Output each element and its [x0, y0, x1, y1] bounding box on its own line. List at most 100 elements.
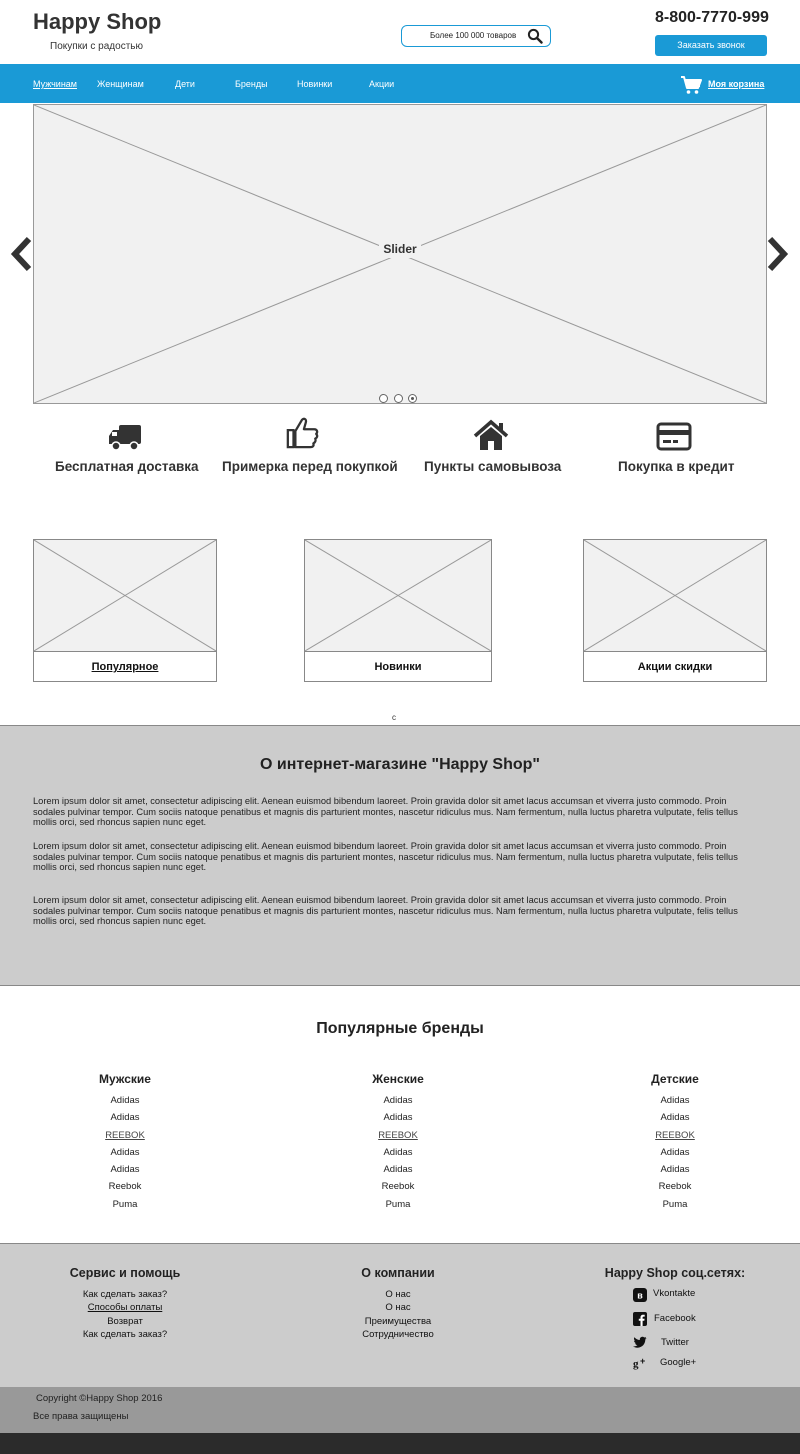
copyright-bar: Copyright ©Happy Shop 2016 Все права защ… [0, 1387, 800, 1433]
footer-link[interactable]: Способы оплаты [60, 1301, 190, 1314]
svg-text:+: + [640, 1356, 645, 1366]
card-placeholder-image [305, 540, 491, 652]
brand-link[interactable]: Adidas [605, 1161, 745, 1178]
card-placeholder-image [584, 540, 766, 652]
footer-column-social: Happy Shop соц.сетях: [600, 1266, 750, 1288]
footer-link[interactable]: Как сделать заказ? [60, 1328, 190, 1341]
slider-prev-arrow-icon[interactable] [9, 236, 33, 272]
logo-subtitle: Покупки с радостью [50, 41, 143, 52]
feature-try-on: Примерка перед покупкой [222, 459, 398, 474]
svg-text:g: g [633, 1358, 639, 1370]
brand-column-heading: Женские [372, 1072, 424, 1086]
social-label[interactable]: Facebook [654, 1313, 696, 1324]
footer-column-heading: Happy Shop соц.сетях: [604, 1266, 746, 1280]
hero-slider[interactable]: Slider [33, 104, 767, 404]
brand-link[interactable]: Adidas [55, 1092, 195, 1109]
bottom-bar [0, 1433, 800, 1454]
brand-link[interactable]: Adidas [55, 1144, 195, 1161]
footer-link[interactable]: О нас [338, 1288, 458, 1301]
footer-link[interactable]: Сотрудничество [338, 1328, 458, 1341]
footer-column-company: О компании О нас О нас Преимущества Сотр… [338, 1266, 458, 1341]
google-plus-icon: g + [633, 1356, 645, 1370]
credit-card-icon [656, 422, 692, 451]
about-paragraph: Lorem ipsum dolor sit amet, consectetur … [33, 841, 738, 873]
home-icon [473, 419, 509, 450]
category-card-label[interactable]: Популярное [34, 661, 216, 673]
brand-link[interactable]: REEBOK [55, 1127, 195, 1144]
brand-link[interactable]: Puma [328, 1196, 468, 1213]
brand-column-women: Женские Adidas Adidas REEBOK Adidas Adid… [328, 1072, 468, 1213]
main-nav: Мужчинам Женщинам Дети Бренды Новинки Ак… [0, 64, 800, 103]
brand-link[interactable]: Adidas [55, 1109, 195, 1126]
social-label[interactable]: Vkontakte [653, 1288, 695, 1299]
brand-link[interactable]: Adidas [55, 1161, 195, 1178]
brand-column-kids: Детские Adidas Adidas REEBOK Adidas Adid… [605, 1072, 745, 1213]
logo-title[interactable]: Happy Shop [33, 9, 161, 35]
nav-item-men[interactable]: Мужчинам [33, 79, 77, 89]
search-icon[interactable] [527, 28, 543, 44]
footer-link[interactable]: Возврат [60, 1315, 190, 1328]
feature-pickup: Пункты самовывоза [424, 459, 562, 474]
svg-text:в: в [637, 1291, 643, 1301]
twitter-icon [633, 1336, 647, 1348]
social-label[interactable]: Twitter [661, 1337, 689, 1348]
category-card-popular[interactable]: Популярное [33, 539, 217, 682]
about-paragraph: Lorem ipsum dolor sit amet, consectetur … [33, 796, 738, 828]
facebook-icon [633, 1312, 647, 1326]
callback-button[interactable]: Заказать звонок [655, 35, 767, 56]
brand-column-heading: Мужские [99, 1072, 151, 1086]
category-card-sales[interactable]: Акции скидки [583, 539, 767, 682]
brand-link[interactable]: REEBOK [605, 1127, 745, 1144]
brand-link[interactable]: Adidas [328, 1161, 468, 1178]
category-card-new[interactable]: Новинки [304, 539, 492, 682]
cart-icon[interactable] [680, 75, 702, 95]
feature-delivery: Бесплатная доставка [55, 459, 199, 474]
copyright-text: Copyright ©Happy Shop 2016 [36, 1393, 163, 1404]
search-bar[interactable]: Более 100 000 товаров [401, 25, 551, 47]
slider-dot-1[interactable] [379, 394, 388, 403]
nav-item-women[interactable]: Женщинам [97, 79, 144, 89]
brand-link[interactable]: Reebok [605, 1178, 745, 1195]
truck-icon [109, 425, 141, 451]
phone-number: 8-800-7770-999 [655, 9, 769, 26]
brand-link[interactable]: Adidas [605, 1092, 745, 1109]
brands-title: Популярные бренды [316, 1020, 484, 1037]
cart-link[interactable]: Моя корзина [708, 79, 764, 89]
vk-icon: в [633, 1288, 647, 1302]
about-section: О интернет-магазине "Happy Shop" Lorem i… [0, 725, 800, 986]
footer-column-heading: О компании [361, 1266, 435, 1280]
brand-link[interactable]: REEBOK [328, 1127, 468, 1144]
brand-link[interactable]: Adidas [328, 1144, 468, 1161]
footer: Сервис и помощь Как сделать заказ? Спосо… [0, 1243, 800, 1387]
brand-column-men: Мужские Adidas Adidas REEBOK Adidas Adid… [55, 1072, 195, 1213]
nav-item-brands[interactable]: Бренды [235, 79, 268, 89]
slider-label: Slider [34, 240, 766, 258]
slider-dot-3[interactable] [408, 394, 417, 403]
category-card-label: Акции скидки [637, 661, 713, 673]
nav-item-sales[interactable]: Акции [369, 79, 394, 89]
thumbs-up-icon [286, 417, 319, 449]
nav-item-new[interactable]: Новинки [297, 79, 332, 89]
brand-link[interactable]: Reebok [55, 1178, 195, 1195]
footer-link[interactable]: Преимущества [338, 1315, 458, 1328]
slider-dot-2[interactable] [394, 394, 403, 403]
brand-link[interactable]: Puma [605, 1196, 745, 1213]
brand-link[interactable]: Adidas [605, 1109, 745, 1126]
feature-credit: Покупка в кредит [618, 459, 735, 474]
slider-next-arrow-icon[interactable] [766, 236, 790, 272]
nav-item-kids[interactable]: Дети [175, 79, 195, 89]
stray-text: c [392, 713, 396, 722]
search-placeholder: Более 100 000 товаров [430, 31, 517, 40]
rights-text: Все права защищены [33, 1411, 129, 1422]
brand-link[interactable]: Adidas [605, 1144, 745, 1161]
brand-link[interactable]: Reebok [328, 1178, 468, 1195]
footer-link[interactable]: Как сделать заказ? [60, 1288, 190, 1301]
category-card-label: Новинки [374, 661, 422, 673]
brand-link[interactable]: Puma [55, 1196, 195, 1213]
social-label[interactable]: Google+ [660, 1357, 696, 1368]
brand-link[interactable]: Adidas [328, 1092, 468, 1109]
footer-column-service: Сервис и помощь Как сделать заказ? Спосо… [60, 1266, 190, 1341]
brand-link[interactable]: Adidas [328, 1109, 468, 1126]
footer-column-heading: Сервис и помощь [69, 1266, 181, 1280]
footer-link[interactable]: О нас [338, 1301, 458, 1314]
